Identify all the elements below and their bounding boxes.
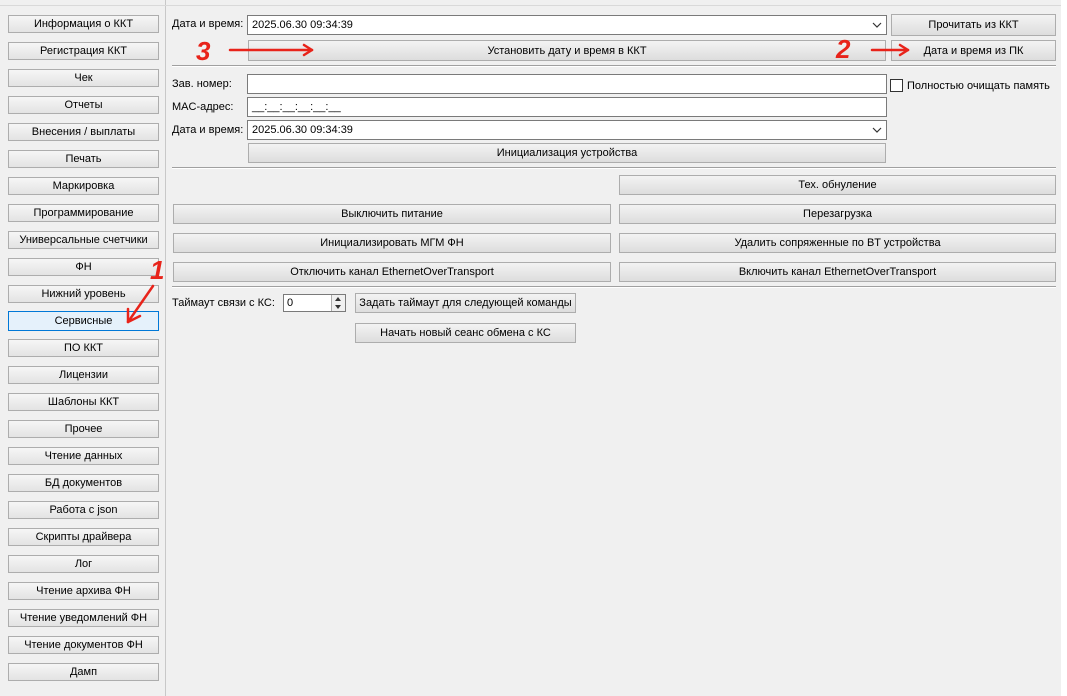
sidebar-item[interactable]: Скрипты драйвера [8,528,159,546]
enable-eot-button[interactable]: Включить канал EthernetOverTransport [619,262,1056,282]
separator [172,286,1056,288]
sidebar-item[interactable]: Чек [8,69,159,87]
timeout-label: Таймаут связи с КС: [172,297,275,309]
sidebar-item[interactable]: Внесения / выплаты [8,123,159,141]
sidebar-item[interactable]: Работа с json [8,501,159,519]
right-edge [1061,0,1067,696]
clear-memory-label: Полностью очищать память [907,80,1050,92]
sidebar-item[interactable]: Регистрация ККТ [8,42,159,60]
clear-memory-checkbox[interactable] [890,79,903,92]
sidebar-item[interactable]: Лицензии [8,366,159,384]
init-device-button[interactable]: Инициализация устройства [248,143,886,163]
top-divider [0,5,1067,6]
sidebar-item[interactable]: Программирование [8,204,159,222]
reboot-button[interactable]: Перезагрузка [619,204,1056,224]
mac-label: MAC-адрес: [172,101,234,113]
sidebar-item[interactable]: Отчеты [8,96,159,114]
datetime-combo[interactable]: 2025.06.30 09:34:39 [247,15,887,35]
sidebar-item[interactable]: Печать [8,150,159,168]
power-off-button[interactable]: Выключить питание [173,204,611,224]
serial-label: Зав. номер: [172,78,232,90]
sidebar-item[interactable]: Чтение архива ФН [8,582,159,600]
sidebar-item[interactable]: Лог [8,555,159,573]
sidebar-item[interactable]: Дамп [8,663,159,681]
init-mgm-button[interactable]: Инициализировать МГМ ФН [173,233,611,253]
mac-value: __:__:__:__:__:__ [252,101,341,113]
sidebar-item[interactable]: Маркировка [8,177,159,195]
sidebar-item[interactable]: ФН [8,258,159,276]
sidebar: Информация о ККТ Регистрация ККТ Чек Отчеты… [0,0,166,696]
disable-eot-button[interactable]: Отключить канал EthernetOverTransport [173,262,611,282]
sidebar-item[interactable]: Нижний уровень [8,285,159,303]
new-session-button[interactable]: Начать новый сеанс обмена с КС [355,323,576,343]
datetime-label: Дата и время: [172,18,244,30]
timeout-spinbox[interactable]: 0 [283,294,346,312]
datetime-value: 2025.06.30 09:34:39 [252,19,353,31]
init-datetime-label: Дата и время: [172,124,244,136]
read-from-kkt-button[interactable]: Прочитать из ККТ [891,14,1056,36]
datetime-from-pc-button[interactable]: Дата и время из ПК [891,40,1056,61]
sidebar-item[interactable]: Прочее [8,420,159,438]
spin-down-icon[interactable] [335,305,341,309]
mac-input[interactable]: __:__:__:__:__:__ [247,97,887,117]
sidebar-item[interactable]: Информация о ККТ [8,15,159,33]
spin-arrows[interactable] [331,295,345,311]
tech-reset-button[interactable]: Тех. обнуление [619,175,1056,195]
init-datetime-value: 2025.06.30 09:34:39 [252,124,353,136]
chevron-down-icon [872,127,882,133]
chevron-down-icon [872,22,882,28]
sidebar-item[interactable]: БД документов [8,474,159,492]
sidebar-item[interactable]: Чтение данных [8,447,159,465]
sidebar-item[interactable]: Чтение уведомлений ФН [8,609,159,627]
sidebar-item[interactable]: Чтение документов ФН [8,636,159,654]
sidebar-item[interactable]: Универсальные счетчики [8,231,159,249]
serial-input[interactable] [247,74,887,94]
remove-bt-devices-button[interactable]: Удалить сопряженные по BT устройства [619,233,1056,253]
set-datetime-button[interactable]: Установить дату и время в ККТ [248,40,886,61]
sidebar-item[interactable]: Сервисные [8,311,159,331]
spin-up-icon[interactable] [335,297,341,301]
sidebar-item[interactable]: Шаблоны ККТ [8,393,159,411]
set-timeout-button[interactable]: Задать таймаут для следующей команды [355,293,576,313]
init-datetime-combo[interactable]: 2025.06.30 09:34:39 [247,120,887,140]
separator [172,167,1056,169]
separator [172,65,1056,67]
timeout-value: 0 [287,297,294,309]
sidebar-item[interactable]: ПО ККТ [8,339,159,357]
